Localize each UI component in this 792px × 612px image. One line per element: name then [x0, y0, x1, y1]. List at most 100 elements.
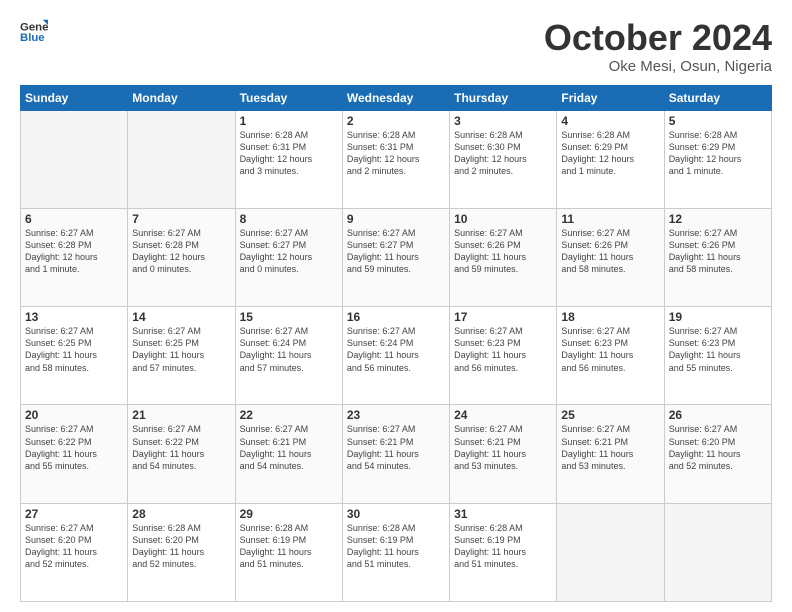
day-number: 3: [454, 114, 552, 128]
header-saturday: Saturday: [664, 85, 771, 110]
calendar-cell: 24Sunrise: 6:27 AM Sunset: 6:21 PM Dayli…: [450, 405, 557, 503]
day-number: 6: [25, 212, 123, 226]
week-row-2: 6Sunrise: 6:27 AM Sunset: 6:28 PM Daylig…: [21, 208, 772, 306]
month-title: October 2024: [544, 18, 772, 58]
day-number: 29: [240, 507, 338, 521]
calendar-cell: 6Sunrise: 6:27 AM Sunset: 6:28 PM Daylig…: [21, 208, 128, 306]
day-info: Sunrise: 6:27 AM Sunset: 6:24 PM Dayligh…: [240, 325, 338, 374]
day-number: 22: [240, 408, 338, 422]
logo-icon: General Blue: [20, 18, 48, 46]
day-info: Sunrise: 6:27 AM Sunset: 6:21 PM Dayligh…: [454, 423, 552, 472]
calendar-table: Sunday Monday Tuesday Wednesday Thursday…: [20, 85, 772, 602]
day-number: 24: [454, 408, 552, 422]
calendar-cell: 27Sunrise: 6:27 AM Sunset: 6:20 PM Dayli…: [21, 503, 128, 601]
day-info: Sunrise: 6:27 AM Sunset: 6:27 PM Dayligh…: [347, 227, 445, 276]
header-thursday: Thursday: [450, 85, 557, 110]
header-monday: Monday: [128, 85, 235, 110]
day-number: 1: [240, 114, 338, 128]
calendar-cell: 3Sunrise: 6:28 AM Sunset: 6:30 PM Daylig…: [450, 110, 557, 208]
week-row-1: 1Sunrise: 6:28 AM Sunset: 6:31 PM Daylig…: [21, 110, 772, 208]
day-info: Sunrise: 6:27 AM Sunset: 6:26 PM Dayligh…: [454, 227, 552, 276]
day-number: 26: [669, 408, 767, 422]
day-number: 4: [561, 114, 659, 128]
day-info: Sunrise: 6:28 AM Sunset: 6:29 PM Dayligh…: [561, 129, 659, 178]
day-info: Sunrise: 6:27 AM Sunset: 6:26 PM Dayligh…: [669, 227, 767, 276]
calendar-cell: 16Sunrise: 6:27 AM Sunset: 6:24 PM Dayli…: [342, 307, 449, 405]
calendar-cell: 18Sunrise: 6:27 AM Sunset: 6:23 PM Dayli…: [557, 307, 664, 405]
calendar-cell: 25Sunrise: 6:27 AM Sunset: 6:21 PM Dayli…: [557, 405, 664, 503]
title-section: October 2024 Oke Mesi, Osun, Nigeria: [544, 18, 772, 75]
calendar-cell: 31Sunrise: 6:28 AM Sunset: 6:19 PM Dayli…: [450, 503, 557, 601]
day-info: Sunrise: 6:27 AM Sunset: 6:23 PM Dayligh…: [454, 325, 552, 374]
day-info: Sunrise: 6:27 AM Sunset: 6:25 PM Dayligh…: [25, 325, 123, 374]
calendar-cell: 12Sunrise: 6:27 AM Sunset: 6:26 PM Dayli…: [664, 208, 771, 306]
calendar-cell: [557, 503, 664, 601]
location: Oke Mesi, Osun, Nigeria: [544, 58, 772, 75]
day-info: Sunrise: 6:27 AM Sunset: 6:24 PM Dayligh…: [347, 325, 445, 374]
day-number: 10: [454, 212, 552, 226]
calendar-cell: 14Sunrise: 6:27 AM Sunset: 6:25 PM Dayli…: [128, 307, 235, 405]
day-info: Sunrise: 6:27 AM Sunset: 6:21 PM Dayligh…: [561, 423, 659, 472]
day-number: 28: [132, 507, 230, 521]
calendar-cell: 4Sunrise: 6:28 AM Sunset: 6:29 PM Daylig…: [557, 110, 664, 208]
calendar-cell: 2Sunrise: 6:28 AM Sunset: 6:31 PM Daylig…: [342, 110, 449, 208]
day-info: Sunrise: 6:27 AM Sunset: 6:28 PM Dayligh…: [132, 227, 230, 276]
calendar-cell: 1Sunrise: 6:28 AM Sunset: 6:31 PM Daylig…: [235, 110, 342, 208]
day-info: Sunrise: 6:28 AM Sunset: 6:31 PM Dayligh…: [347, 129, 445, 178]
calendar-cell: 26Sunrise: 6:27 AM Sunset: 6:20 PM Dayli…: [664, 405, 771, 503]
day-number: 17: [454, 310, 552, 324]
day-number: 11: [561, 212, 659, 226]
day-number: 16: [347, 310, 445, 324]
calendar-cell: 11Sunrise: 6:27 AM Sunset: 6:26 PM Dayli…: [557, 208, 664, 306]
header-tuesday: Tuesday: [235, 85, 342, 110]
calendar-header-row: Sunday Monday Tuesday Wednesday Thursday…: [21, 85, 772, 110]
day-info: Sunrise: 6:27 AM Sunset: 6:21 PM Dayligh…: [240, 423, 338, 472]
day-number: 15: [240, 310, 338, 324]
day-number: 27: [25, 507, 123, 521]
header-wednesday: Wednesday: [342, 85, 449, 110]
day-number: 5: [669, 114, 767, 128]
day-number: 25: [561, 408, 659, 422]
day-info: Sunrise: 6:28 AM Sunset: 6:30 PM Dayligh…: [454, 129, 552, 178]
day-number: 2: [347, 114, 445, 128]
calendar-cell: 22Sunrise: 6:27 AM Sunset: 6:21 PM Dayli…: [235, 405, 342, 503]
calendar-cell: 10Sunrise: 6:27 AM Sunset: 6:26 PM Dayli…: [450, 208, 557, 306]
week-row-5: 27Sunrise: 6:27 AM Sunset: 6:20 PM Dayli…: [21, 503, 772, 601]
day-number: 9: [347, 212, 445, 226]
page: General Blue October 2024 Oke Mesi, Osun…: [0, 0, 792, 612]
day-number: 18: [561, 310, 659, 324]
calendar-cell: [128, 110, 235, 208]
calendar-cell: 17Sunrise: 6:27 AM Sunset: 6:23 PM Dayli…: [450, 307, 557, 405]
day-info: Sunrise: 6:27 AM Sunset: 6:21 PM Dayligh…: [347, 423, 445, 472]
day-number: 13: [25, 310, 123, 324]
day-number: 23: [347, 408, 445, 422]
day-number: 31: [454, 507, 552, 521]
day-info: Sunrise: 6:27 AM Sunset: 6:23 PM Dayligh…: [669, 325, 767, 374]
day-info: Sunrise: 6:27 AM Sunset: 6:25 PM Dayligh…: [132, 325, 230, 374]
day-number: 30: [347, 507, 445, 521]
day-info: Sunrise: 6:28 AM Sunset: 6:20 PM Dayligh…: [132, 522, 230, 571]
calendar-cell: 23Sunrise: 6:27 AM Sunset: 6:21 PM Dayli…: [342, 405, 449, 503]
calendar-cell: 5Sunrise: 6:28 AM Sunset: 6:29 PM Daylig…: [664, 110, 771, 208]
day-info: Sunrise: 6:27 AM Sunset: 6:28 PM Dayligh…: [25, 227, 123, 276]
header-sunday: Sunday: [21, 85, 128, 110]
day-number: 21: [132, 408, 230, 422]
calendar-cell: 30Sunrise: 6:28 AM Sunset: 6:19 PM Dayli…: [342, 503, 449, 601]
day-info: Sunrise: 6:27 AM Sunset: 6:23 PM Dayligh…: [561, 325, 659, 374]
day-info: Sunrise: 6:27 AM Sunset: 6:20 PM Dayligh…: [25, 522, 123, 571]
calendar-cell: 13Sunrise: 6:27 AM Sunset: 6:25 PM Dayli…: [21, 307, 128, 405]
week-row-3: 13Sunrise: 6:27 AM Sunset: 6:25 PM Dayli…: [21, 307, 772, 405]
calendar-cell: 8Sunrise: 6:27 AM Sunset: 6:27 PM Daylig…: [235, 208, 342, 306]
day-info: Sunrise: 6:28 AM Sunset: 6:29 PM Dayligh…: [669, 129, 767, 178]
calendar-cell: 9Sunrise: 6:27 AM Sunset: 6:27 PM Daylig…: [342, 208, 449, 306]
calendar-cell: 20Sunrise: 6:27 AM Sunset: 6:22 PM Dayli…: [21, 405, 128, 503]
day-info: Sunrise: 6:28 AM Sunset: 6:31 PM Dayligh…: [240, 129, 338, 178]
calendar-cell: 29Sunrise: 6:28 AM Sunset: 6:19 PM Dayli…: [235, 503, 342, 601]
day-info: Sunrise: 6:27 AM Sunset: 6:27 PM Dayligh…: [240, 227, 338, 276]
day-number: 20: [25, 408, 123, 422]
day-number: 7: [132, 212, 230, 226]
calendar-cell: 7Sunrise: 6:27 AM Sunset: 6:28 PM Daylig…: [128, 208, 235, 306]
day-number: 19: [669, 310, 767, 324]
day-info: Sunrise: 6:28 AM Sunset: 6:19 PM Dayligh…: [454, 522, 552, 571]
calendar-cell: 19Sunrise: 6:27 AM Sunset: 6:23 PM Dayli…: [664, 307, 771, 405]
